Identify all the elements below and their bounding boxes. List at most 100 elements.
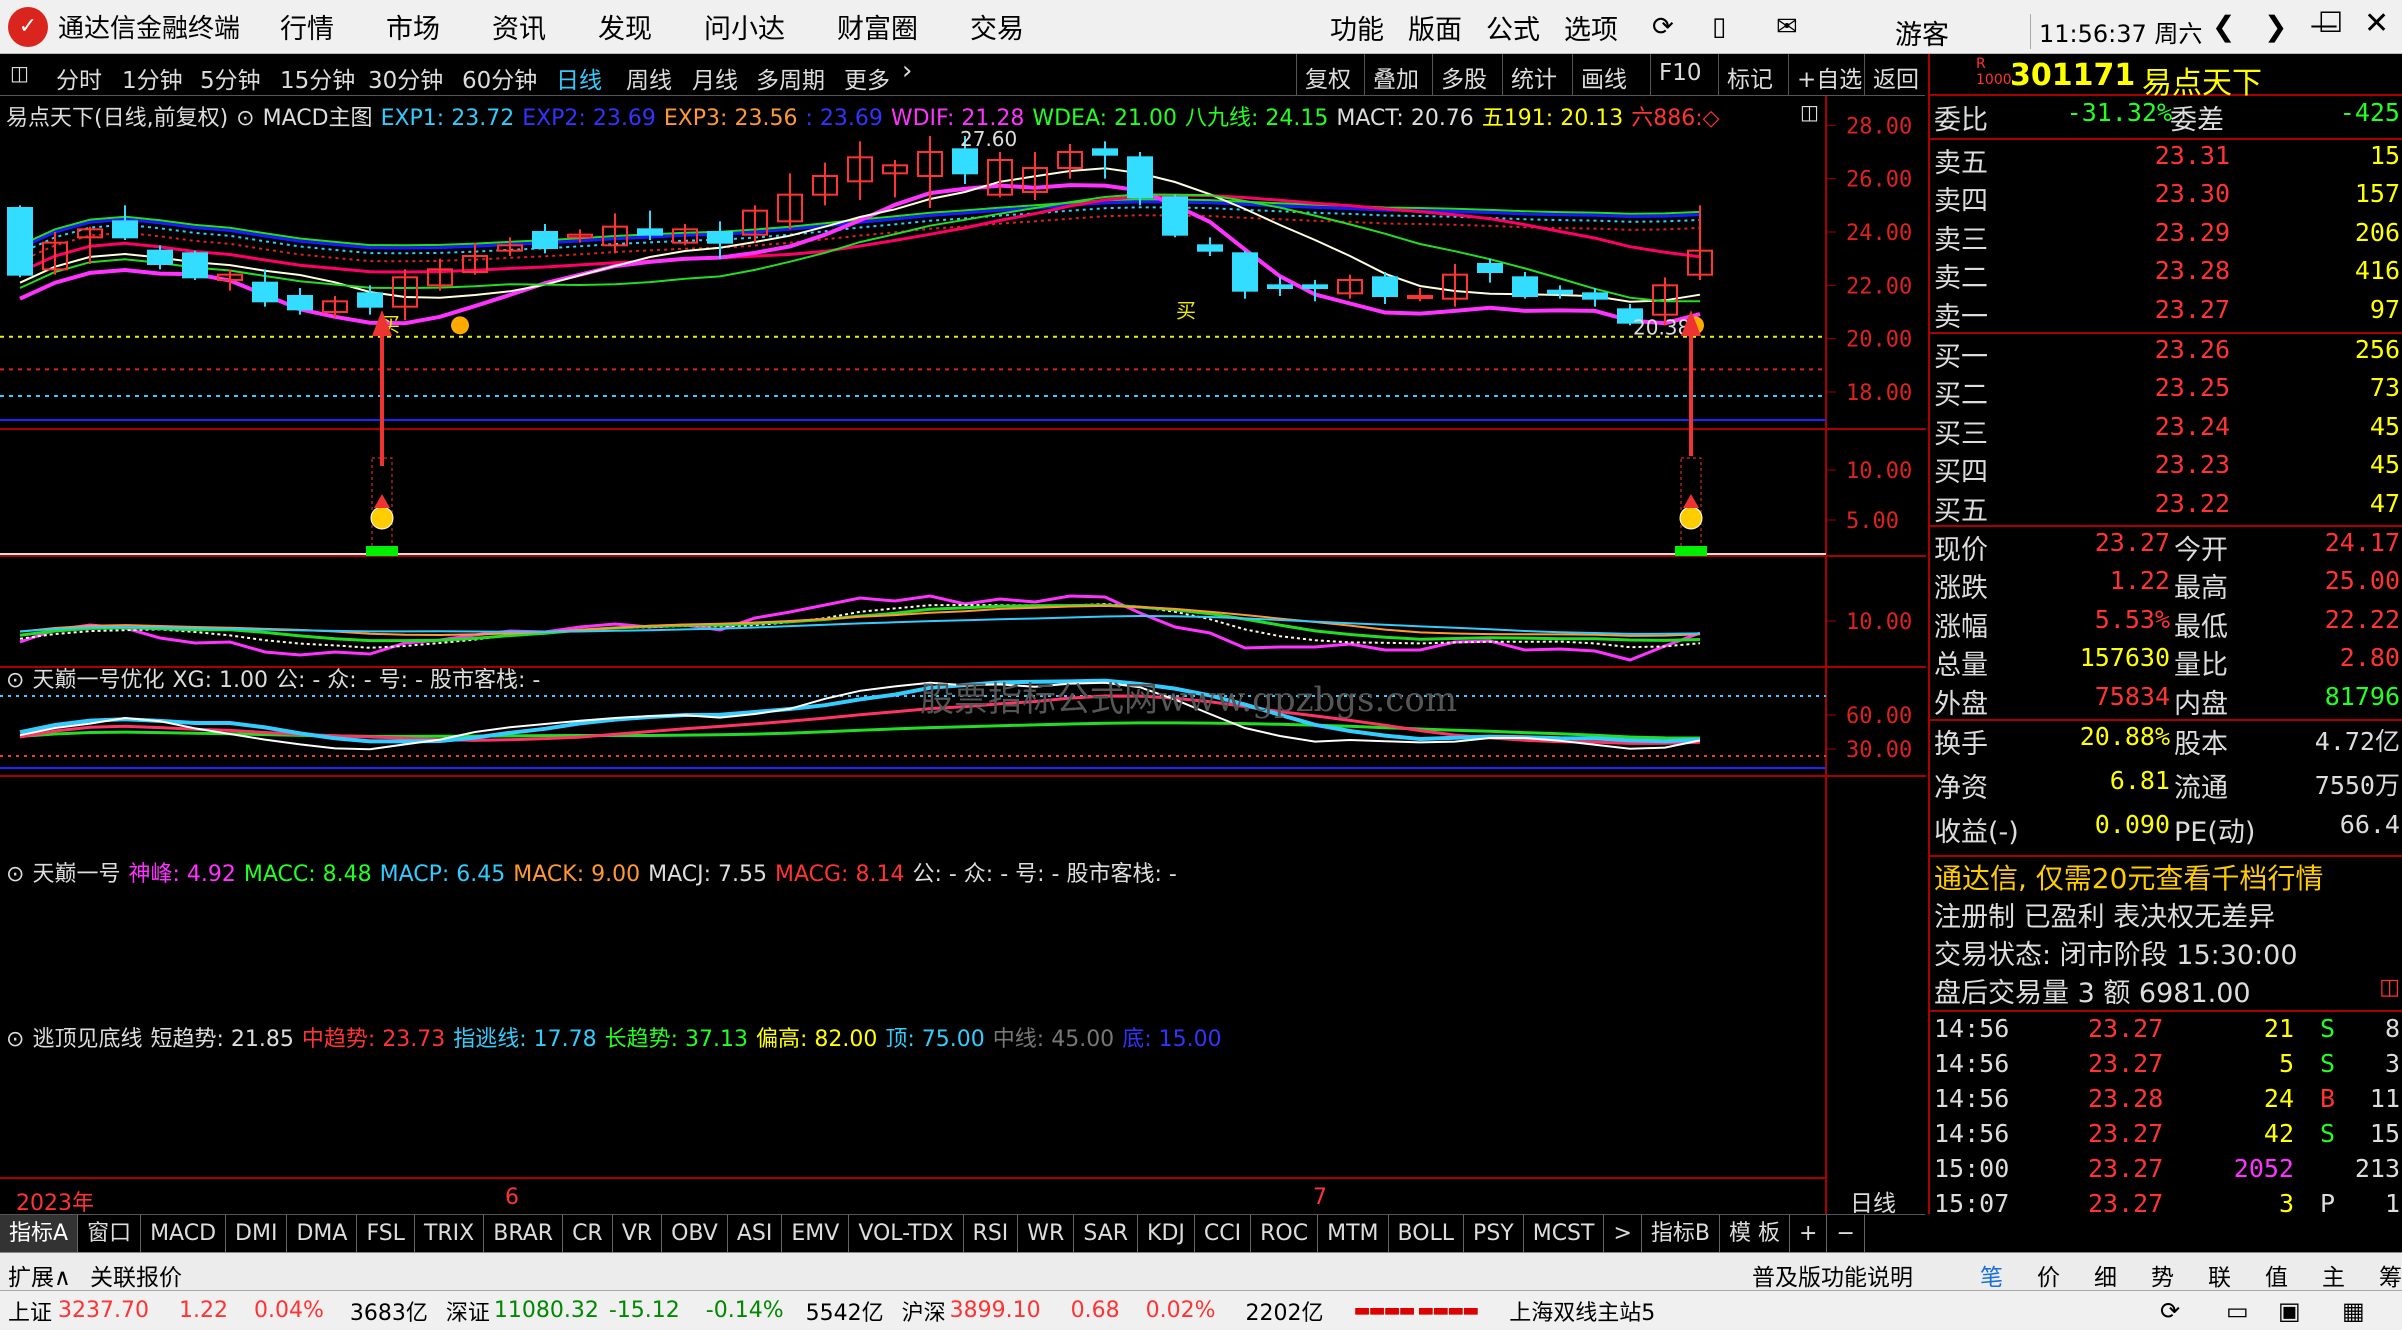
- ask-row[interactable]: 卖一 23.27 97: [1930, 295, 2402, 333]
- indicator-tab-17[interactable]: KDJ: [1138, 1214, 1195, 1253]
- tool-3[interactable]: 统计: [1502, 54, 1565, 96]
- guest-label[interactable]: 游客: [1895, 13, 1949, 52]
- period-10[interactable]: 更多: [844, 61, 890, 95]
- stat2-row[interactable]: 净资 6.81 流通 7550万: [1930, 766, 2402, 804]
- bar2-tab-8[interactable]: 筹: [2379, 1258, 2402, 1292]
- tool-1[interactable]: 叠加: [1364, 54, 1427, 96]
- menu-6[interactable]: 交易: [970, 7, 1024, 46]
- sh-name[interactable]: 上证: [8, 1295, 52, 1327]
- period-7[interactable]: 周线: [626, 61, 672, 95]
- stock-name[interactable]: 易点天下: [2142, 58, 2262, 102]
- indicator-tab-5[interactable]: FSL: [357, 1214, 415, 1253]
- indicator-tab-8[interactable]: CR: [563, 1214, 613, 1253]
- indicator-tab-18[interactable]: CCI: [1195, 1214, 1252, 1253]
- stat-row[interactable]: 涨幅 5.53% 最低 22.22: [1930, 605, 2402, 643]
- stat2-row[interactable]: 换手 20.88% 股本 4.72亿: [1930, 722, 2402, 760]
- period-9[interactable]: 多周期: [756, 61, 825, 95]
- bar2-tab-3[interactable]: 细: [2094, 1258, 2117, 1292]
- indicator-tab-3[interactable]: DMI: [226, 1214, 288, 1253]
- more-chevron-icon[interactable]: ›: [902, 56, 912, 86]
- indicator-tab-13[interactable]: VOL-TDX: [849, 1214, 964, 1253]
- bar2-tab-7[interactable]: 主: [2322, 1258, 2345, 1292]
- panel3-title[interactable]: 天巅一号: [32, 862, 120, 887]
- maximize-icon[interactable]: ☐: [2318, 6, 2343, 39]
- bar2-tab-2[interactable]: 价: [2037, 1258, 2060, 1292]
- menu-5[interactable]: 财富圈: [837, 7, 918, 46]
- period-1[interactable]: 1分钟: [122, 61, 183, 95]
- bid-row[interactable]: 买一 23.26 256: [1930, 335, 2402, 373]
- tool-7[interactable]: +自选: [1788, 54, 1870, 96]
- extend-button[interactable]: 扩展∧: [8, 1258, 71, 1292]
- stat-row[interactable]: 现价 23.27 今开 24.17: [1930, 528, 2402, 566]
- indicator-tab-19[interactable]: ROC: [1251, 1214, 1319, 1253]
- right-menu-0[interactable]: 功能: [1330, 8, 1384, 47]
- menu-4[interactable]: 问小达: [704, 7, 785, 46]
- period-8[interactable]: 月线: [692, 61, 738, 95]
- indicator-tab-0[interactable]: 指标A: [0, 1214, 79, 1253]
- indicator-tab-28[interactable]: −: [1827, 1214, 1865, 1253]
- indicator-tab-12[interactable]: EMV: [782, 1214, 850, 1253]
- indicator-tab-16[interactable]: SAR: [1074, 1214, 1139, 1253]
- lock-icon[interactable]: ▣: [2278, 1297, 2301, 1325]
- related-quote-button[interactable]: 关联报价: [90, 1258, 182, 1292]
- indicator-name[interactable]: MACD主图: [263, 106, 373, 131]
- bar2-tab-0[interactable]: 普及版功能说明: [1752, 1258, 1913, 1292]
- panel2-title[interactable]: 天巅一号优化: [32, 668, 164, 693]
- menu-1[interactable]: 市场: [386, 7, 440, 46]
- panel4-toggle-icon[interactable]: ⊙: [6, 1027, 24, 1052]
- bar2-tab-1[interactable]: 笔: [1980, 1258, 2003, 1292]
- mail-icon[interactable]: ✉: [1776, 12, 1798, 42]
- stat-row[interactable]: 总量 157630 量比 2.80: [1930, 643, 2402, 681]
- phone-icon[interactable]: ▯: [1712, 12, 1726, 42]
- ask-row[interactable]: 卖三 23.29 206: [1930, 218, 2402, 256]
- panel4-title[interactable]: 逃顶见底线: [32, 1027, 142, 1052]
- indicator-tab-4[interactable]: DMA: [287, 1214, 358, 1253]
- period-6[interactable]: 日线: [556, 61, 602, 95]
- indicator-tab-20[interactable]: MTM: [1318, 1214, 1389, 1253]
- indicator-tab-27[interactable]: +: [1790, 1214, 1828, 1253]
- period-3[interactable]: 15分钟: [280, 61, 355, 95]
- right-menu-3[interactable]: 选项: [1564, 8, 1618, 47]
- panel2-toggle-icon[interactable]: ⊙: [6, 668, 24, 693]
- refresh-icon[interactable]: ⟳: [1652, 12, 1674, 42]
- stat2-row[interactable]: 收益(-) 0.090 PE(动) 66.4: [1930, 810, 2402, 848]
- indicator-tab-22[interactable]: PSY: [1464, 1214, 1524, 1253]
- menu-3[interactable]: 发现: [598, 7, 652, 46]
- tool-4[interactable]: 画线: [1572, 54, 1635, 96]
- indicator-tab-10[interactable]: OBV: [662, 1214, 728, 1253]
- stat-row[interactable]: 外盘 75834 内盘 81796: [1930, 682, 2402, 720]
- period-mode-label[interactable]: 日线: [1850, 1184, 1896, 1218]
- indicator-tab-24[interactable]: >: [1604, 1214, 1642, 1253]
- indicator-tab-25[interactable]: 指标B: [1642, 1214, 1720, 1253]
- close-icon[interactable]: ✕: [2364, 6, 2389, 41]
- ask-row[interactable]: 卖四 23.30 157: [1930, 179, 2402, 217]
- connect-icon[interactable]: ⟳: [2160, 1297, 2180, 1325]
- tool-2[interactable]: 多股: [1432, 54, 1495, 96]
- indicator-tab-6[interactable]: TRIX: [415, 1214, 485, 1253]
- bar2-tab-5[interactable]: 联: [2208, 1258, 2231, 1292]
- menu-2[interactable]: 资讯: [492, 7, 546, 46]
- indicator-tab-9[interactable]: VR: [613, 1214, 663, 1253]
- panel-collapse-icon[interactable]: ◫: [1800, 100, 1819, 124]
- ad-text[interactable]: 通达信, 仅需20元查看千档行情: [1934, 857, 2323, 897]
- sz-name[interactable]: 深证: [446, 1295, 490, 1327]
- layout-icon[interactable]: ◫: [10, 61, 29, 85]
- indicator-tab-26[interactable]: 模 板: [1720, 1214, 1790, 1253]
- period-0[interactable]: 分时: [56, 61, 102, 95]
- stat-row[interactable]: 涨跌 1.22 最高 25.00: [1930, 566, 2402, 604]
- tool-0[interactable]: 复权: [1296, 54, 1359, 96]
- tool-6[interactable]: 标记: [1718, 54, 1781, 96]
- period-5[interactable]: 60分钟: [462, 61, 537, 95]
- info-icon[interactable]: ▦: [2342, 1297, 2365, 1325]
- indicator-tab-1[interactable]: 窗口: [78, 1214, 142, 1253]
- bid-row[interactable]: 买五 23.22 47: [1930, 489, 2402, 527]
- indicator-tab-7[interactable]: BRAR: [484, 1214, 564, 1253]
- hs-name[interactable]: 沪深: [902, 1295, 946, 1327]
- server-name[interactable]: 上海双线主站5: [1509, 1295, 1655, 1327]
- ad-row[interactable]: 通达信, 仅需20元查看千档行情: [1930, 857, 2402, 895]
- tool-8[interactable]: 返回: [1864, 54, 1927, 96]
- right-menu-2[interactable]: 公式: [1486, 8, 1540, 47]
- bar2-tab-6[interactable]: 值: [2265, 1258, 2288, 1292]
- indicator-tab-21[interactable]: BOLL: [1389, 1214, 1465, 1253]
- bid-row[interactable]: 买四 23.23 45: [1930, 450, 2402, 488]
